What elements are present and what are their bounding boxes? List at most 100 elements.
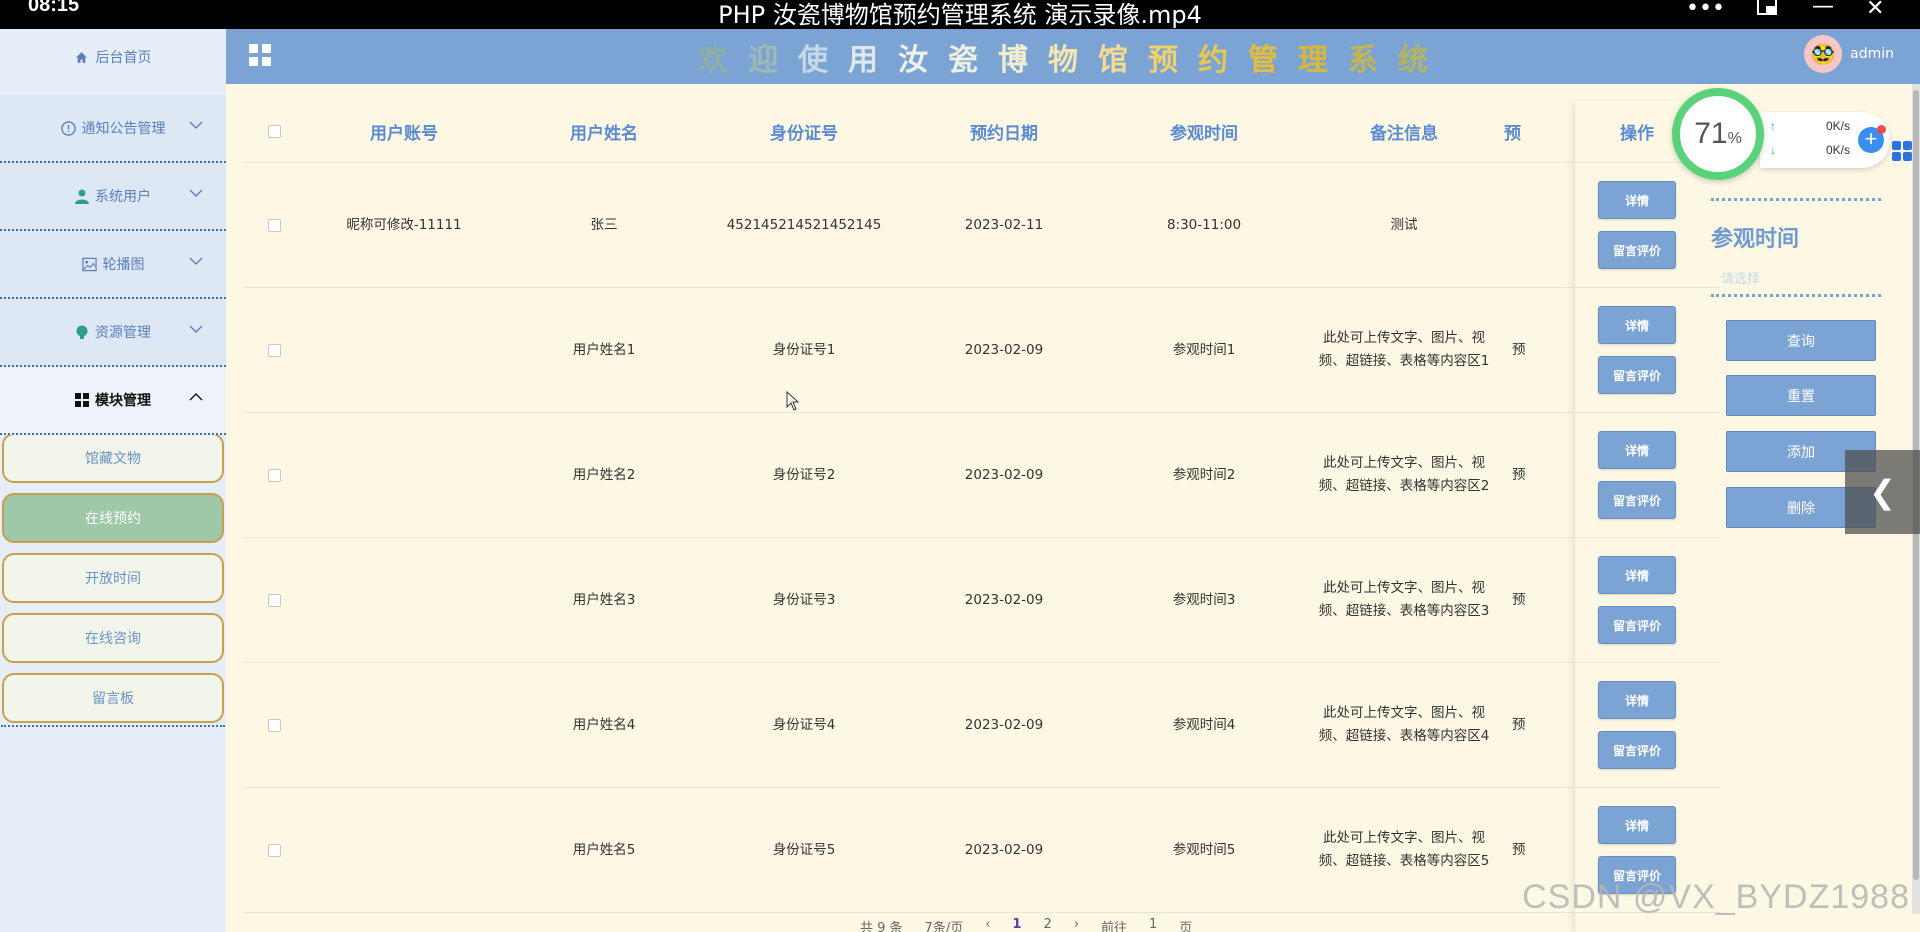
welcome-char: 用	[848, 43, 898, 78]
row-checkbox[interactable]	[267, 343, 281, 357]
detail-button[interactable]: 详情	[1598, 181, 1676, 219]
cell-visit-time: 参观时间3	[1172, 591, 1236, 608]
memory-usage-gauge[interactable]: 71%	[1672, 88, 1764, 180]
row-actions: 详情 留言评价	[1575, 413, 1699, 538]
row-checkbox[interactable]	[267, 218, 281, 232]
pager-unit: 页	[1179, 921, 1193, 932]
video-player-bar: 08:15 PHP 汝瓷博物馆预约管理系统 演示录像.mp4 ••• — ✕	[0, 0, 1920, 29]
pager-size-select[interactable]: 7条/页	[925, 917, 964, 932]
visit-time-select[interactable]: 请选择	[1721, 268, 1760, 287]
sidebar-group-label: 系统用户	[95, 189, 151, 205]
accelerate-plus-icon[interactable]: +	[1858, 125, 1886, 153]
cell-truncated: 预	[1512, 466, 1526, 483]
row-actions: 详情 留言评价	[1575, 538, 1699, 663]
info-icon	[60, 120, 76, 136]
pager-page[interactable]: 1	[1012, 917, 1021, 932]
sidebar-group-label: 轮播图	[102, 257, 145, 273]
comment-button[interactable]: 留言评价	[1598, 731, 1676, 769]
cell-note: 此处可上传文字、图片、视频、超链接、表格等内容区3	[1318, 580, 1490, 619]
cell-name: 张三	[590, 216, 618, 233]
comment-button[interactable]: 留言评价	[1598, 481, 1676, 519]
close-icon[interactable]: ✕	[1866, 0, 1884, 21]
pip-icon[interactable]	[1756, 0, 1780, 24]
welcome-char: 瓷	[948, 43, 998, 78]
cell-visit-time: 参观时间5	[1172, 841, 1236, 858]
sidebar-item-reservation[interactable]: 在线预约	[2, 493, 224, 543]
row-checkbox[interactable]	[267, 843, 281, 857]
welcome-char: 管	[1248, 43, 1298, 78]
row-checkbox[interactable]	[267, 593, 281, 607]
comment-button[interactable]: 留言评价	[1598, 356, 1676, 394]
col-header-time: 参观时间	[1170, 124, 1238, 144]
sidebar-group-modules[interactable]: 模块管理	[0, 367, 226, 435]
welcome-char: 理	[1298, 43, 1348, 78]
cell-visit-time: 参观时间4	[1172, 716, 1236, 733]
apps-icon[interactable]	[1891, 140, 1913, 162]
pager-next-icon[interactable]: ›	[1074, 917, 1079, 932]
table-row: 昵称可修改-11111 张三 452145214521452145 2023-02-1…	[244, 163, 1720, 288]
cell-truncated: 预	[1512, 841, 1526, 858]
sidebar-group-label: 通知公告管理	[81, 121, 166, 137]
cell-note: 测试	[1390, 216, 1418, 233]
row-checkbox[interactable]	[267, 468, 281, 482]
cell-date: 2023-02-09	[964, 591, 1044, 608]
welcome-char: 博	[998, 43, 1048, 78]
pager-page[interactable]: 2	[1043, 917, 1051, 932]
row-checkbox[interactable]	[267, 718, 281, 732]
detail-button[interactable]: 详情	[1598, 806, 1676, 844]
pager-prev-icon[interactable]: ‹	[985, 917, 990, 932]
select-all-checkbox[interactable]	[267, 125, 281, 138]
reservation-table: 用户账号 用户姓名 身份证号 预约日期 参观时间 备注信息 预 昵称可修改-11…	[244, 101, 1720, 913]
cell-id-number: 452145214521452145	[726, 216, 882, 233]
sidebar-item-opening-hours[interactable]: 开放时间	[2, 553, 224, 603]
sidebar-home-label: 后台首页	[95, 50, 152, 66]
detail-button[interactable]: 详情	[1598, 306, 1676, 344]
user-menu[interactable]: 🥸 admin	[1804, 35, 1894, 73]
reset-button[interactable]: 重置	[1726, 375, 1876, 416]
detail-button[interactable]: 详情	[1598, 556, 1676, 594]
cell-visit-time: 参观时间2	[1172, 466, 1236, 483]
sidebar-item-collection[interactable]: 馆藏文物	[2, 433, 224, 483]
cell-date: 2023-02-09	[964, 466, 1044, 483]
welcome-char: 系	[1348, 43, 1398, 78]
chevron-down-icon	[189, 325, 203, 333]
welcome-char: 馆	[1098, 43, 1148, 78]
welcome-char: 统	[1398, 43, 1448, 78]
table-row: 用户姓名2 身份证号2 2023-02-09 参观时间2 此处可上传文字、图片、视频、超…	[244, 413, 1720, 538]
comment-button[interactable]: 留言评价	[1598, 606, 1676, 644]
sidebar-group-resources[interactable]: 资源管理	[0, 299, 226, 367]
col-header-truncated: 预	[1504, 124, 1521, 144]
collapse-arrow-icon[interactable]: ❮	[1845, 450, 1920, 534]
col-header-date: 预约日期	[970, 124, 1038, 144]
chevron-down-icon	[189, 189, 203, 197]
mouse-cursor-icon	[786, 391, 800, 411]
cell-visit-time: 参观时间1	[1172, 341, 1236, 358]
sidebar-group-users[interactable]: 系统用户	[0, 163, 226, 231]
cell-date: 2023-02-09	[964, 841, 1044, 858]
detail-button[interactable]: 详情	[1598, 681, 1676, 719]
sidebar-group-notice[interactable]: 通知公告管理	[0, 95, 226, 163]
cell-truncated: 预	[1512, 341, 1526, 358]
sidebar-item-home[interactable]: 后台首页	[0, 29, 226, 85]
detail-button[interactable]: 详情	[1598, 431, 1676, 469]
network-speed-panel: ↑ 0K/s ↓ 0K/s +	[1760, 112, 1890, 168]
pager-goto-input[interactable]: 1	[1149, 917, 1157, 932]
sidebar-item-consultation[interactable]: 在线咨询	[2, 613, 224, 663]
cell-account: 昵称可修改-11111	[346, 216, 462, 233]
row-actions: 详情 留言评价	[1575, 288, 1699, 413]
cell-name: 用户姓名1	[572, 341, 636, 358]
row-actions: 详情 留言评价	[1575, 663, 1699, 788]
chevron-down-icon	[189, 121, 203, 129]
col-header-account: 用户账号	[370, 124, 438, 144]
welcome-char: 欢	[698, 43, 748, 78]
minimize-icon[interactable]: —	[1812, 0, 1834, 19]
sidebar-item-message-board[interactable]: 留言板	[2, 673, 224, 723]
sidebar-group-carousel[interactable]: 轮播图	[0, 231, 226, 299]
comment-button[interactable]: 留言评价	[1598, 231, 1676, 269]
download-arrow-icon: ↓	[1770, 143, 1776, 157]
usage-percent-sign: %	[1727, 130, 1742, 147]
top-header: 欢迎使用汝瓷博物馆预约管理系统 🥸 admin	[226, 29, 1920, 84]
more-icon[interactable]: •••	[1686, 0, 1725, 21]
query-button[interactable]: 查询	[1726, 320, 1876, 361]
cell-name: 用户姓名3	[572, 591, 636, 608]
